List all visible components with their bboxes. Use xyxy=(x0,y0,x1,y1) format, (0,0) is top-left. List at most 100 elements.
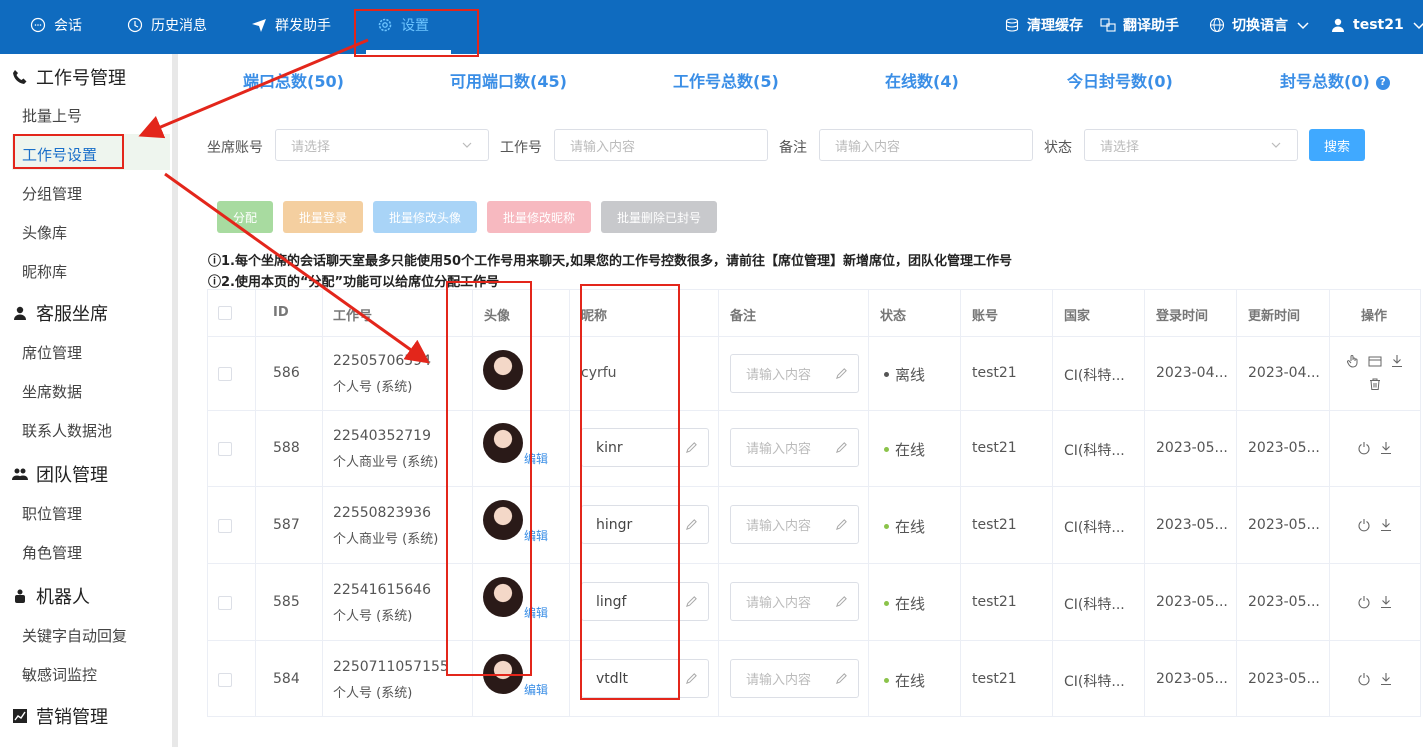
sidebar-group-marketing[interactable]: 营销管理 xyxy=(12,703,108,729)
sidebar-item-sensitive-words[interactable]: 敏感词监控 xyxy=(22,664,97,685)
download-icon[interactable] xyxy=(1379,441,1393,455)
nav-broadcast[interactable]: 群发助手 xyxy=(251,0,331,50)
header-nickname: 昵称 xyxy=(581,309,608,324)
status-select[interactable]: 请选择 xyxy=(1084,129,1298,161)
power-icon[interactable] xyxy=(1357,672,1371,686)
sidebar-item-avatar-library[interactable]: 头像库 xyxy=(22,222,67,243)
stat-online[interactable]: 在线数(4) xyxy=(885,68,959,92)
row-work-no: 22541615646 xyxy=(333,582,431,598)
row-nickname-input[interactable]: hingr xyxy=(581,505,709,544)
trash-icon[interactable] xyxy=(1368,377,1382,391)
row-remark-input[interactable]: 请输入内容 xyxy=(730,659,859,698)
row-nickname-input[interactable]: kinr xyxy=(581,428,709,467)
language-switcher[interactable]: 切换语言 xyxy=(1209,0,1311,50)
sidebar-item-batch-add[interactable]: 批量上号 xyxy=(22,105,82,126)
stat-banned-total[interactable]: 封号总数(0)? xyxy=(1280,68,1390,92)
translate-button[interactable]: 翻译助手 xyxy=(1100,0,1179,50)
pencil-icon xyxy=(686,442,697,453)
sidebar-item-seat-data[interactable]: 坐席数据 xyxy=(22,381,82,402)
nav-chat-label: 会话 xyxy=(54,18,82,34)
row-nickname-input[interactable]: lingf xyxy=(581,582,709,621)
power-icon[interactable] xyxy=(1357,441,1371,455)
edit-avatar-link[interactable]: 编辑 xyxy=(524,681,548,698)
stat-available-ports[interactable]: 可用端口数(45) xyxy=(450,68,567,92)
column-divider xyxy=(1144,289,1145,717)
edit-avatar-link[interactable]: 编辑 xyxy=(524,604,548,621)
avatar xyxy=(483,423,523,463)
sidebar-item-contact-pool[interactable]: 联系人数据池 xyxy=(22,420,112,441)
translate-icon xyxy=(1100,18,1116,32)
row-checkbox[interactable] xyxy=(218,519,232,533)
row-work-no: 22540352719 xyxy=(333,428,431,444)
power-icon[interactable] xyxy=(1357,518,1371,532)
batch-nickname-button[interactable]: 批量修改昵称 xyxy=(487,201,591,233)
work-no-input[interactable]: 请输入内容 xyxy=(554,129,768,161)
row-account: test21 xyxy=(972,594,1017,610)
sidebar-item-roles[interactable]: 角色管理 xyxy=(22,542,82,563)
header-login-time: 登录时间 xyxy=(1156,309,1209,324)
row-checkbox[interactable] xyxy=(218,596,232,610)
sidebar-item-groups[interactable]: 分组管理 xyxy=(22,183,82,204)
power-icon[interactable] xyxy=(1357,595,1371,609)
assign-button[interactable]: 分配 xyxy=(217,201,273,233)
row-status: 在线 xyxy=(884,593,925,614)
column-divider xyxy=(322,289,323,717)
row-remark-input[interactable]: 请输入内容 xyxy=(730,582,859,621)
sidebar-group-robot[interactable]: 机器人 xyxy=(12,583,90,609)
sidebar-group-team[interactable]: 团队管理 xyxy=(12,461,108,487)
row-divider xyxy=(207,640,1421,641)
nav-history[interactable]: 历史消息 xyxy=(127,0,207,50)
sidebar-group-customer-service[interactable]: 客服坐席 xyxy=(12,300,108,326)
nav-settings[interactable]: 设置 xyxy=(377,0,429,50)
row-checkbox[interactable] xyxy=(218,442,232,456)
seat-select[interactable]: 请选择 xyxy=(275,129,489,161)
sidebar-item-nickname-library[interactable]: 昵称库 xyxy=(22,261,67,282)
row-checkbox[interactable] xyxy=(218,367,232,381)
sidebar-item-positions[interactable]: 职位管理 xyxy=(22,503,82,524)
row-update-time: 2023-04... xyxy=(1248,365,1320,381)
user-menu[interactable]: test21 xyxy=(1330,0,1423,50)
row-remark-placeholder: 请输入内容 xyxy=(746,519,812,534)
pencil-icon xyxy=(836,368,847,379)
card-icon[interactable] xyxy=(1368,354,1382,368)
download-icon[interactable] xyxy=(1390,354,1404,368)
stat-work-accounts[interactable]: 工作号总数(5) xyxy=(673,68,779,92)
row-remark-input[interactable]: 请输入内容 xyxy=(730,354,859,393)
row-remark-input[interactable]: 请输入内容 xyxy=(730,428,859,467)
stat-total-ports[interactable]: 端口总数(50) xyxy=(243,68,344,92)
header-avatar: 头像 xyxy=(484,309,511,324)
nav-chat[interactable]: 会话 xyxy=(30,0,82,50)
row-nickname: hingr xyxy=(596,516,633,533)
select-all-checkbox[interactable] xyxy=(218,306,232,320)
sidebar-item-keyword-reply[interactable]: 关键字自动回复 xyxy=(22,625,127,646)
search-button[interactable]: 搜索 xyxy=(1309,129,1365,161)
notice-1: ⓘ1.每个坐席的会话聊天室最多只能使用50个工作号用来聊天,如果您的工作号控数很… xyxy=(208,254,1013,269)
edit-avatar-link[interactable]: 编辑 xyxy=(524,527,548,544)
header-remark: 备注 xyxy=(730,309,757,324)
question-icon[interactable]: ? xyxy=(1375,75,1390,90)
stat-banned-today[interactable]: 今日封号数(0) xyxy=(1067,68,1173,92)
batch-avatar-button[interactable]: 批量修改头像 xyxy=(373,201,477,233)
download-icon[interactable] xyxy=(1379,672,1393,686)
sidebar-group-work-accounts[interactable]: 工作号管理 xyxy=(12,64,126,90)
download-icon[interactable] xyxy=(1379,595,1393,609)
download-icon[interactable] xyxy=(1379,518,1393,532)
clear-cache-button[interactable]: 清理缓存 xyxy=(1004,0,1083,50)
column-divider xyxy=(718,289,719,717)
row-account: test21 xyxy=(972,365,1017,381)
batch-delete-banned-button[interactable]: 批量删除已封号 xyxy=(601,201,717,233)
header-id: ID xyxy=(273,305,289,320)
row-update-time: 2023-05... xyxy=(1248,594,1320,610)
filter-work-no-label: 工作号 xyxy=(500,140,542,156)
hand-icon[interactable] xyxy=(1346,354,1360,368)
sidebar-item-work-settings[interactable]: 工作号设置 xyxy=(22,144,97,165)
row-nickname-input[interactable]: vtdlt xyxy=(581,659,709,698)
stat-banned-total-label: 封号总数(0) xyxy=(1280,72,1370,91)
edit-avatar-link[interactable]: 编辑 xyxy=(524,450,548,467)
batch-login-button[interactable]: 批量登录 xyxy=(283,201,363,233)
row-remark-input[interactable]: 请输入内容 xyxy=(730,505,859,544)
remark-input[interactable]: 请输入内容 xyxy=(819,129,1033,161)
row-checkbox[interactable] xyxy=(218,673,232,687)
user-icon xyxy=(1332,18,1344,32)
sidebar-item-seats[interactable]: 席位管理 xyxy=(22,342,82,363)
